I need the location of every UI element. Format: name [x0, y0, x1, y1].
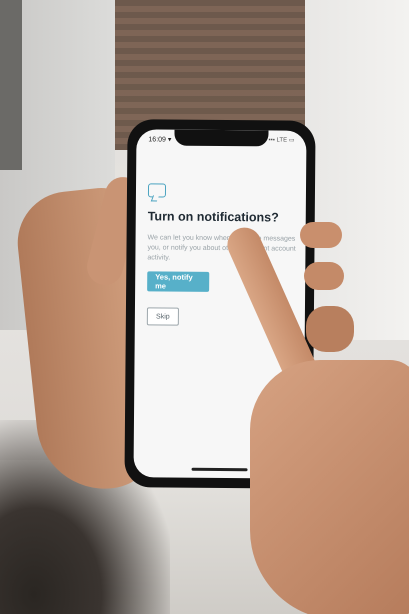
- background-photo: 16:09 ▾ ▪▪▪ LTE ▭ Turn on notifications?…: [0, 0, 409, 614]
- home-indicator[interactable]: [191, 467, 248, 472]
- notify-me-button[interactable]: Yes, notify me: [147, 271, 210, 292]
- right-hand: [250, 360, 409, 614]
- right-finger-side-3: [306, 306, 354, 352]
- right-finger-side-1: [300, 222, 342, 248]
- notification-body: We can let you know when someone message…: [147, 234, 296, 262]
- skip-button[interactable]: Skip: [146, 307, 179, 326]
- notification-title: Turn on notifications?: [147, 209, 279, 225]
- message-bubble-icon: [147, 183, 167, 198]
- phone-notch: [174, 129, 269, 147]
- status-indicators: ▪▪▪ LTE ▭: [268, 137, 295, 144]
- right-finger-side-2: [304, 262, 344, 290]
- status-time: 16:09 ▾: [148, 136, 172, 144]
- dark-doorframe: [0, 0, 22, 170]
